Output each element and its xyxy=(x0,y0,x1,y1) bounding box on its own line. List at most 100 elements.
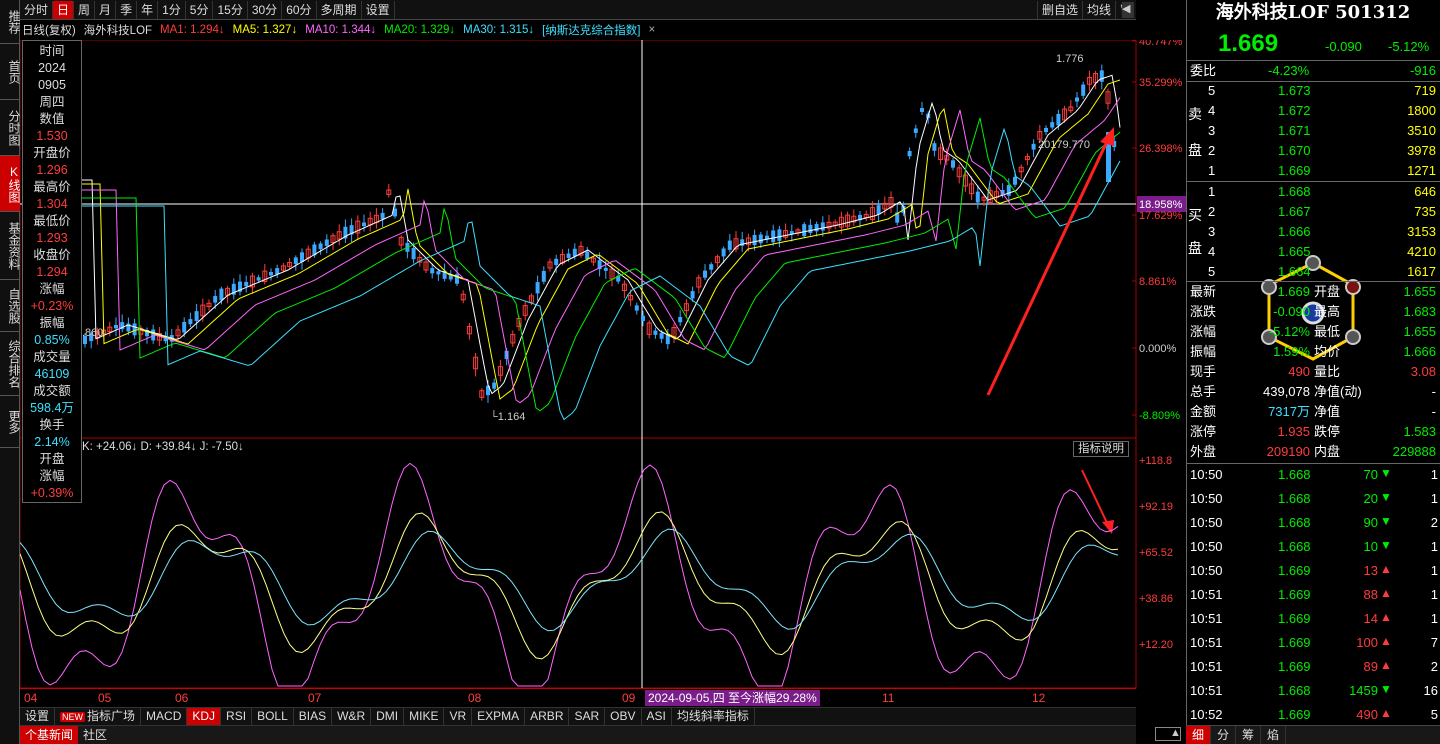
expand-icon[interactable]: ▲ xyxy=(1170,727,1181,739)
candle-body xyxy=(603,267,608,271)
indicator-tab-16[interactable]: 均线斜率指标 xyxy=(672,708,755,725)
quote-row: 最新 1.669 开盘 1.655 xyxy=(1188,282,1438,302)
top-tool-1[interactable]: 均线 xyxy=(1081,1,1115,19)
indicator-tab-5[interactable]: BOLL xyxy=(252,708,294,725)
leftnav-item-0[interactable]: 推荐 xyxy=(0,0,21,44)
buy-level: 2 xyxy=(1208,204,1216,219)
info-value: 1.296 xyxy=(36,163,68,177)
indicator-tab-13[interactable]: SAR xyxy=(569,708,606,725)
candle-body xyxy=(194,311,199,322)
period-tab-0[interactable]: 分时 xyxy=(20,0,54,19)
indicator-tab-4[interactable]: RSI xyxy=(221,708,253,725)
leftnav-item-1[interactable]: 首页 xyxy=(0,44,21,100)
tick-time: 10:50 xyxy=(1190,563,1223,578)
period-tab-11[interactable]: 多周期 xyxy=(317,0,362,19)
period-tab-12[interactable]: 设置 xyxy=(362,0,395,19)
indicator-tab-label: BOLL xyxy=(257,709,288,723)
stat-label: 涨跌 xyxy=(1190,304,1217,319)
period-tab-5[interactable]: 年 xyxy=(137,0,159,19)
top-tool-0[interactable]: 删自选 xyxy=(1036,1,1082,19)
candle-body xyxy=(641,315,645,321)
indicator-tab-label: EXPMA xyxy=(477,709,520,723)
indicator-tab-6[interactable]: BIAS xyxy=(294,708,333,725)
tick-volume: 13 xyxy=(1363,563,1378,578)
leftnav-item-7[interactable]: 更多 xyxy=(0,396,21,448)
indicator-tab-8[interactable]: DMI xyxy=(371,708,405,725)
period-tab-3[interactable]: 月 xyxy=(95,0,117,19)
period-tab-1[interactable]: 日 xyxy=(53,0,75,19)
quote-row: 4 1.665 4210 xyxy=(1188,242,1438,262)
kdj-legend: K: +24.06↓ D: +39.84↓ J: -7.50↓ xyxy=(82,441,244,453)
leftnav-item-4[interactable]: 基金资料 xyxy=(0,212,21,280)
indicator-help-button[interactable]: 指标说明 xyxy=(1073,441,1129,457)
period-tab-4[interactable]: 季 xyxy=(116,0,138,19)
info-value: 46109 xyxy=(34,367,70,381)
tick-volume: 90 xyxy=(1363,515,1378,530)
stat-label: 量比 xyxy=(1314,364,1341,379)
indicator-tabs: 设置 NEW 指标广场 MACD KDJ RSI BOLL BIAS W&R DMI MIKE VR E… xyxy=(20,707,1136,726)
tick-price: 1.669 xyxy=(1278,587,1311,602)
last-price: 1.669 xyxy=(1218,30,1279,57)
sell-price: 1.672 xyxy=(1278,103,1311,118)
indicator-tab-3[interactable]: KDJ xyxy=(187,708,222,725)
period-tab-9[interactable]: 30分 xyxy=(248,0,283,19)
leftnav-item-5[interactable]: 自选股 xyxy=(0,280,21,332)
candle-body xyxy=(907,150,912,157)
leftnav-item-3[interactable]: K线图 xyxy=(0,156,21,212)
period-tab-7[interactable]: 5分 xyxy=(186,0,214,19)
quote-row: 1 1.668 646 xyxy=(1188,182,1438,202)
arrow-down-icon: ▼ xyxy=(1380,466,1392,480)
arrow-down-icon: ▼ xyxy=(1380,490,1392,504)
kline-chart[interactable]: 40.747%35.299%26.398%18.958%17.629%8.861… xyxy=(20,40,1186,708)
buy-label-1: 买 xyxy=(1188,207,1202,223)
period-tab-2[interactable]: 周 xyxy=(74,0,96,19)
sell-label-2: 盘 xyxy=(1188,142,1202,158)
period-tab-8[interactable]: 15分 xyxy=(213,0,248,19)
collapse-arrow-icon[interactable]: ◀ xyxy=(1122,2,1134,18)
close-overlay-icon[interactable]: × xyxy=(649,24,656,36)
indicator-tab-14[interactable]: OBV xyxy=(605,708,642,725)
candle-body xyxy=(913,128,918,133)
indicator-tab-0[interactable]: 设置 xyxy=(20,708,56,725)
quote-tab-2[interactable]: 筹 xyxy=(1236,726,1262,744)
indicator-tab-2[interactable]: MACD xyxy=(141,708,188,725)
period-tab-6[interactable]: 1分 xyxy=(158,0,186,19)
bottom-tab-0[interactable]: 个基新闻 xyxy=(20,726,79,744)
candle-body xyxy=(219,288,224,301)
info-value: 0.85% xyxy=(34,333,70,347)
candle-body xyxy=(256,277,261,281)
info-label: 时间 xyxy=(39,44,65,58)
info-label: 收盘价 xyxy=(33,248,71,262)
indicator-tab-9[interactable]: MIKE xyxy=(404,708,445,725)
indicator-tab-12[interactable]: ARBR xyxy=(525,708,570,725)
candle-body xyxy=(721,248,726,257)
info-label: 成交额 xyxy=(33,384,71,398)
info-label: 振幅 xyxy=(39,316,65,330)
quote-tab-0[interactable]: 细 xyxy=(1186,726,1212,744)
candle-body xyxy=(535,282,540,294)
period-toolbar: 分时日周月季年 1分 5分 15分 30分 60分 多周期 设置 xyxy=(20,0,1136,20)
candle-body xyxy=(318,243,323,250)
stat-label: 均价 xyxy=(1314,344,1341,359)
price-axis-label: 26.398% xyxy=(1139,143,1183,155)
price-axis-label: 40.747% xyxy=(1139,40,1183,48)
tick-time: 10:51 xyxy=(1190,683,1223,698)
date-axis: 04 05 06 07 08 09 11 12 xyxy=(20,688,1136,706)
indicator-tab-15[interactable]: ASI xyxy=(642,708,672,725)
leftnav-item-6[interactable]: 综合排名 xyxy=(0,332,21,396)
indicator-tab-1[interactable]: NEW 指标广场 xyxy=(55,707,142,726)
quote-tab-1[interactable]: 分 xyxy=(1211,726,1237,744)
candle-body xyxy=(808,224,813,233)
tick-time: 10:50 xyxy=(1190,539,1223,554)
bottom-tab-1[interactable]: 社区 xyxy=(78,726,112,744)
quote-tab-3[interactable]: 焰 xyxy=(1261,726,1287,744)
indicator-tab-7[interactable]: W&R xyxy=(332,708,372,725)
fund-name: 海外科技LOF xyxy=(83,25,153,37)
indicator-tab-11[interactable]: EXPMA xyxy=(472,708,526,725)
period-tab-10[interactable]: 60分 xyxy=(282,0,317,19)
indicator-tab-label: MACD xyxy=(146,709,182,723)
candle-body xyxy=(758,234,763,244)
indicator-tab-10[interactable]: VR xyxy=(444,708,473,725)
overlay-index[interactable]: [纳斯达克综合指数] xyxy=(542,22,640,38)
leftnav-item-2[interactable]: 分时图 xyxy=(0,100,21,156)
